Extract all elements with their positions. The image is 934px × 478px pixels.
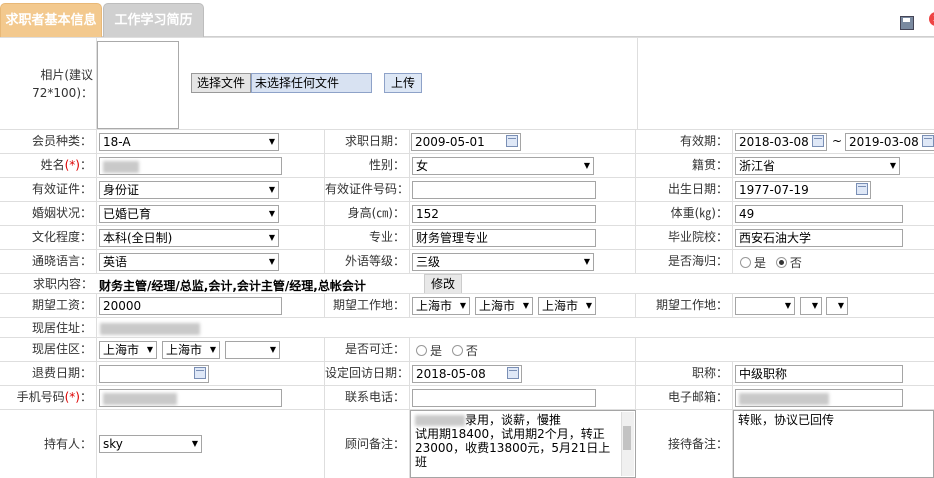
id-number-label: 有效证件号码： xyxy=(325,178,410,202)
job-content-label: 求职内容： xyxy=(32,277,93,291)
native-place-label: 籍贯： xyxy=(636,154,733,178)
row-contact: 手机号码(*)： 联系电话： 电子邮箱： xyxy=(0,385,934,410)
member-type-label: 会员种类： xyxy=(0,130,97,154)
valid-period-label: 有效期： xyxy=(636,130,733,154)
row-photo: 相片(建议72*100)： 选择文件 未选择任何文件 上传 xyxy=(0,37,934,130)
tab-basic-info[interactable]: 求职者基本信息 xyxy=(0,3,102,37)
photo-label: 相片(建议72*100)： xyxy=(32,68,93,100)
weight-label: 体重(㎏)： xyxy=(636,202,733,226)
education-label: 文化程度： xyxy=(0,226,97,250)
row-address: 现居住址： xyxy=(0,317,934,338)
row-refund: 退费日期： 设定回访日期： 2018-05-08 职称： 中级职称 xyxy=(0,361,934,386)
file-status: 未选择任何文件 xyxy=(251,73,372,93)
expected2-province-select[interactable] xyxy=(735,297,795,315)
native-place-select[interactable]: 浙江省 xyxy=(735,157,900,175)
calendar-icon[interactable] xyxy=(922,135,934,147)
consultant-note-label: 顾问备注： xyxy=(325,410,410,478)
reception-note-label: 接待备注： xyxy=(636,410,733,478)
tab-bar: 求职者基本信息 工作学习简历 x xyxy=(0,0,934,37)
birth-date-input[interactable]: 1977-07-19 xyxy=(735,181,871,199)
tab-work-resume[interactable]: 工作学习简历 xyxy=(103,3,204,37)
photo-preview xyxy=(97,41,179,129)
relocate-label: 是否可迁： xyxy=(325,338,410,362)
weight-input[interactable]: 49 xyxy=(735,205,903,223)
row-district: 现居住区： 上海市 上海市 是否可迁： 是 否 xyxy=(0,337,934,362)
close-icon[interactable]: x xyxy=(929,12,934,26)
overseas-yes-radio[interactable]: 是 xyxy=(740,256,766,270)
title-input[interactable]: 中级职称 xyxy=(735,365,903,383)
row-education: 文化程度： 本科(全日制) 专业： 财务管理专业 毕业院校： 西安石油大学 xyxy=(0,225,934,250)
id-type-label: 有效证件： xyxy=(0,178,97,202)
valid-end-input[interactable]: 2019-03-08 xyxy=(845,133,934,151)
valid-period-sep: ~ xyxy=(832,134,843,148)
expected2-district-select[interactable] xyxy=(826,297,848,315)
marital-label: 婚姻状况： xyxy=(0,202,97,226)
scrollbar-thumb[interactable] xyxy=(623,426,631,450)
email-input[interactable] xyxy=(735,389,903,407)
overseas-label: 是否海归： xyxy=(636,250,733,274)
address-value xyxy=(100,321,200,335)
row-notes: 持有人： sky 顾问备注： 录用，谈薪，慢推 试用期18400，试用期2个月，… xyxy=(0,409,934,478)
overseas-radio-group: 是 否 xyxy=(740,254,802,271)
upload-button[interactable]: 上传 xyxy=(384,73,422,93)
consultant-note-textarea[interactable]: 录用，谈薪，慢推 试用期18400，试用期2个月，转正 23000，收费1380… xyxy=(410,410,636,478)
phone-label: 联系电话： xyxy=(325,386,410,410)
valid-start-input[interactable]: 2018-03-08 xyxy=(735,133,827,151)
overseas-no-radio[interactable]: 否 xyxy=(775,256,802,270)
district-label: 现居住区： xyxy=(0,338,97,362)
email-label: 电子邮箱： xyxy=(636,386,733,410)
expected-location2-label: 期望工作地： xyxy=(636,294,733,318)
row-language: 通晓语言： 英语 外语等级： 三级 是否海归： 是 否 xyxy=(0,249,934,274)
save-icon[interactable] xyxy=(900,16,914,30)
major-label: 专业： xyxy=(325,226,410,250)
school-label: 毕业院校： xyxy=(636,226,733,250)
mobile-label: 手机号码(*)： xyxy=(0,386,97,410)
height-label: 身高(㎝)： xyxy=(325,202,410,226)
calendar-icon[interactable] xyxy=(812,135,824,147)
name-label: 姓名(*)： xyxy=(0,154,97,178)
address-label: 现居住址： xyxy=(0,318,97,338)
row-id-type: 有效证件： 身份证 有效证件号码： 出生日期： 1977-07-19 xyxy=(0,177,934,202)
row-marital: 婚姻状况： 已婚已育 身高(㎝)： 152 体重(㎏)： 49 xyxy=(0,201,934,226)
choose-file-button[interactable]: 选择文件 xyxy=(191,73,251,93)
reception-note-textarea[interactable]: 转账，协议已回传 xyxy=(733,410,934,478)
birth-date-label: 出生日期： xyxy=(636,178,733,202)
apply-date-label: 求职日期： xyxy=(325,130,410,154)
language-label: 通晓语言： xyxy=(0,250,97,274)
calendar-icon[interactable] xyxy=(856,183,868,195)
revisit-date-label: 设定回访日期： xyxy=(325,362,410,386)
lang-level-label: 外语等级： xyxy=(325,250,410,274)
expected2-city-select[interactable] xyxy=(800,297,822,315)
row-job-content: 求职内容： 财务主管/经理/总监,会计,会计主管/经理,总帐会计 修改 xyxy=(0,273,934,294)
row-member-type: 会员种类： 18-A 求职日期： 2009-05-01 有效期： 2018-03… xyxy=(0,129,934,154)
job-content-value: 财务主管/经理/总监,会计,会计主管/经理,总帐会计 xyxy=(99,279,366,293)
holder-label: 持有人： xyxy=(0,410,97,478)
gender-label: 性别： xyxy=(325,154,410,178)
school-input[interactable]: 西安石油大学 xyxy=(735,229,903,247)
refund-date-label: 退费日期： xyxy=(0,362,97,386)
expected-location-label: 期望工作地： xyxy=(325,294,410,318)
row-name: 姓名(*)： 性别： 女 籍贯： 浙江省 xyxy=(0,153,934,178)
title-label: 职称： xyxy=(636,362,733,386)
row-expected: 期望工资： 20000 期望工作地： 上海市 上海市 上海市 期望工作地： xyxy=(0,293,934,318)
edit-job-content-button[interactable]: 修改 xyxy=(424,274,462,294)
expected-salary-label: 期望工资： xyxy=(0,294,97,318)
